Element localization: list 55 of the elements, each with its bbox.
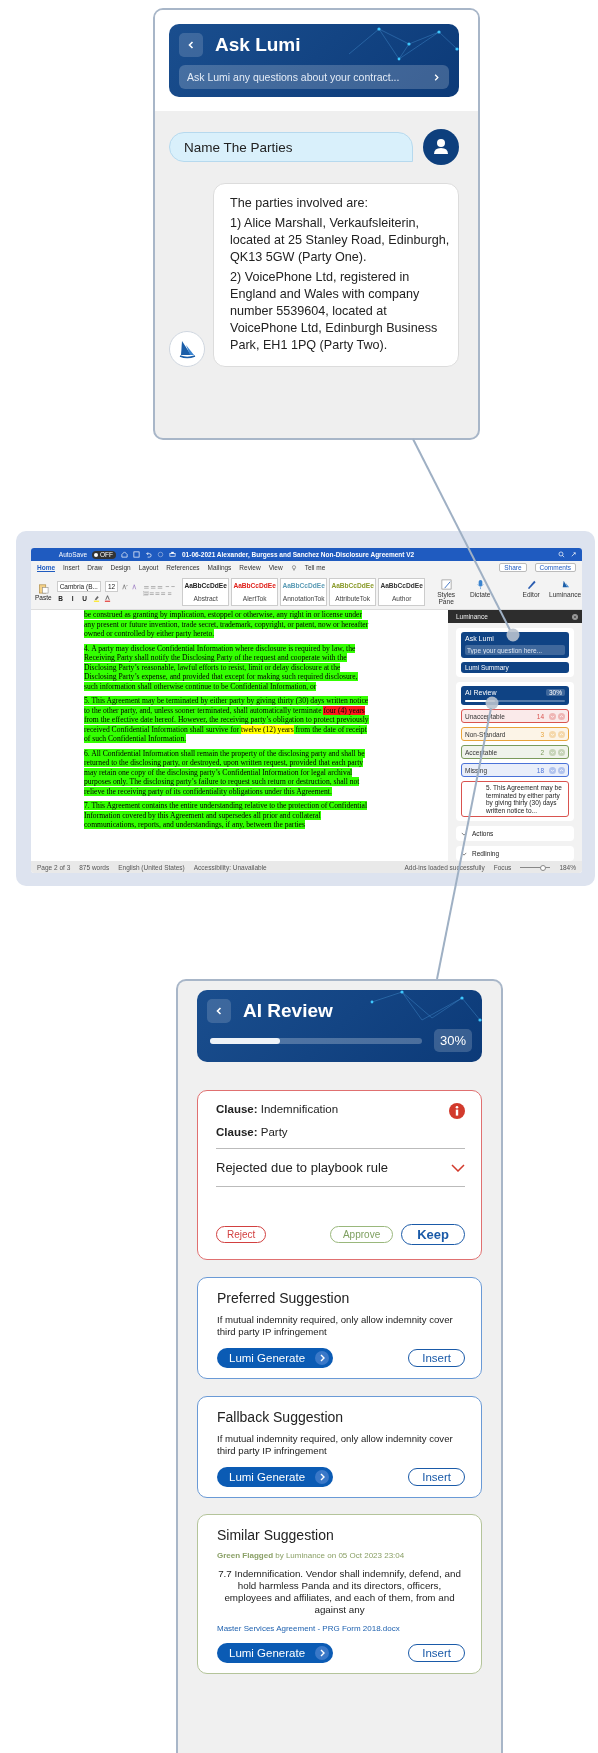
pen-icon [525,578,537,590]
panel-title: Ask Lumi [215,34,301,56]
chevron-right-icon [315,1470,330,1484]
paragraph-tools-icon[interactable] [143,583,178,597]
generate-button[interactable]: Lumi Generate [217,1467,334,1487]
suggestion-text: If mutual indemnity required, only allow indemnity cover third party IP infringement [217,1433,454,1457]
chevron-right-icon [315,1351,330,1365]
suggestion-title: Preferred Suggestion [217,1290,351,1306]
suggestion-title: Fallback Suggestion [217,1409,345,1425]
info-icon [449,1103,465,1119]
search-icon[interactable] [558,551,565,558]
chevron-right-icon[interactable] [432,72,441,82]
user-message: Name The Parties [169,132,413,162]
chevron-up-icon[interactable] [558,766,565,774]
chevron-up-icon[interactable] [558,712,565,720]
styles-pane-icon [440,578,452,590]
panel-title: AI Review [243,1000,333,1022]
clause-label: Clause: Party [216,1126,289,1138]
suggestion-text: 7.7 Indemnification. Vendor shall indemnify, defend, and hold harmless Panda and its directors, officers, employees and affiliates, and each of them, from and against any [217,1568,462,1616]
insert-button[interactable]: Insert [408,1468,465,1486]
close-icon[interactable] [572,613,578,620]
chevron-left-icon [186,40,196,50]
generate-button[interactable]: Lumi Generate [217,1348,334,1368]
chevron-down-icon[interactable] [451,1163,465,1172]
suggestion-title: Similar Suggestion [217,1527,335,1543]
font-grow-icon[interactable] [122,583,129,590]
lightbulb-icon [290,564,297,571]
back-button[interactable] [207,999,231,1023]
insert-button[interactable]: Insert [408,1349,465,1367]
chevron-left-icon [214,1006,224,1016]
action-button[interactable]: Reject [216,1226,267,1243]
back-button[interactable] [179,33,203,57]
clipboard-icon[interactable] [37,582,49,594]
highlight-icon[interactable] [92,595,100,602]
user-avatar-icon [423,129,459,165]
source-link[interactable]: Master Services Agreement - PRG Form 2018.docx [217,1624,465,1633]
generate-button[interactable]: Lumi Generate [217,1643,334,1663]
chevron-right-icon [315,1646,330,1660]
percent-badge: 30% [433,1029,472,1052]
chevron-up-icon[interactable] [558,748,565,756]
sail-logo-icon [169,331,205,367]
bot-message: The parties involved are: 1) Alice Marshall, Verkaufsleiterin, located at 25 Stanley Road, Edinburgh, QK13 5GW (Party One). 2) VoicePhone Ltd, registered in England and Wales with company number 5539604, located at VoicePhone Ltd, Edinburgh Business Park, EH1 1PQ (Party Two). [213,183,459,367]
font-color-icon[interactable] [103,595,111,602]
undo-icon[interactable] [145,551,152,558]
share-icon[interactable] [570,551,577,558]
clause-label: Clause: Indemnification [216,1103,339,1115]
reason-dropdown[interactable]: Rejected due to playbook rule [216,1149,465,1187]
home-icon[interactable] [121,551,128,558]
suggestion-text: If mutual indemnity required, only allow indemnity cover third party IP infringement [217,1314,454,1338]
save-icon[interactable] [133,551,140,558]
print-icon[interactable] [169,551,176,558]
insert-button[interactable]: Insert [408,1644,465,1662]
flag-note: Green Flagged by Luminance on 05 Oct 2023 23:04 [217,1551,406,1560]
action-button[interactable]: Keep [401,1224,465,1245]
clear-format-icon[interactable] [132,583,139,590]
